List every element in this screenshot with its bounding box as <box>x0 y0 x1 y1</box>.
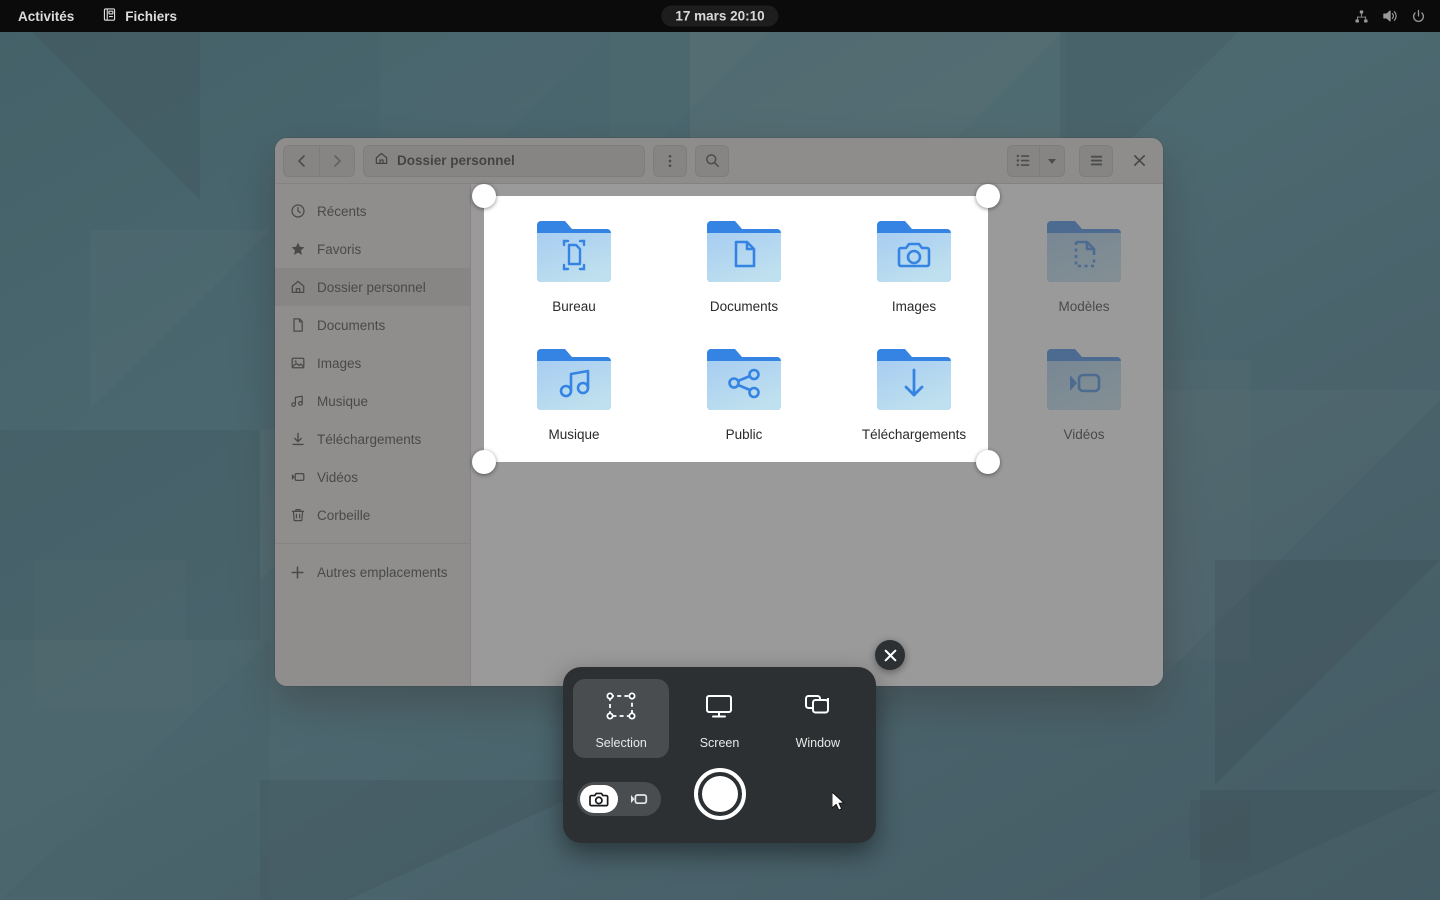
desktop-screen: Dossier personnel Récents Favoris Dossie… <box>0 0 1440 900</box>
app-name-label: Fichiers <box>125 8 178 24</box>
files-app-icon <box>102 7 117 25</box>
selection-handle-top-right[interactable] <box>976 184 1000 208</box>
file-manager-sidebar: Récents Favoris Dossier personnel Docume… <box>275 184 471 686</box>
sidebar-item-trash[interactable]: Corbeille <box>275 496 470 534</box>
videos-folder-icon <box>1040 340 1128 418</box>
document-icon <box>289 317 306 334</box>
volume-icon <box>1382 8 1398 24</box>
sidebar-item-favorites[interactable]: Favoris <box>275 230 470 268</box>
path-menu-button[interactable] <box>653 144 687 177</box>
folder-label: Vidéos <box>1063 427 1105 442</box>
camera-icon[interactable] <box>580 785 618 813</box>
sidebar-item-label: Favoris <box>317 241 362 257</box>
sidebar-item-recents[interactable]: Récents <box>275 192 470 230</box>
folder-label: Modèles <box>1058 299 1110 314</box>
star-icon <box>289 241 306 258</box>
file-manager-headerbar: Dossier personnel <box>275 138 1163 184</box>
image-icon <box>289 355 306 372</box>
music-icon <box>289 393 306 410</box>
sidebar-item-label: Récents <box>317 203 367 219</box>
download-icon <box>289 431 306 448</box>
path-label: Dossier personnel <box>397 153 515 168</box>
gnome-top-bar: Activités Fichiers 17 mars 20:10 <box>0 0 1440 32</box>
path-bar[interactable]: Dossier personnel <box>363 144 645 177</box>
sidebar-item-downloads[interactable]: Téléchargements <box>275 420 470 458</box>
navigation-buttons <box>283 144 355 177</box>
sidebar-item-documents[interactable]: Documents <box>275 306 470 344</box>
folder-item-videos[interactable]: Vidéos <box>999 334 1163 446</box>
clock-label: 17 mars 20:10 <box>675 8 765 24</box>
view-mode-group <box>1007 144 1065 177</box>
top-bar-left: Activités Fichiers <box>0 0 189 32</box>
sidebar-item-pictures[interactable]: Images <box>275 344 470 382</box>
power-icon <box>1411 9 1426 24</box>
video-camera-icon[interactable] <box>620 785 658 813</box>
sidebar-item-label: Corbeille <box>317 507 371 523</box>
home-icon <box>374 151 389 171</box>
mode-window[interactable]: Window <box>770 679 866 758</box>
clock-icon <box>289 203 306 220</box>
activities-label: Activités <box>18 8 75 24</box>
list-view-button[interactable] <box>1007 144 1039 177</box>
sidebar-item-music[interactable]: Musique <box>275 382 470 420</box>
shutter-button[interactable] <box>693 768 746 820</box>
network-wired-icon <box>1354 9 1369 24</box>
search-button[interactable] <box>695 144 729 177</box>
selection-region[interactable] <box>484 196 988 462</box>
windows-stack-icon <box>802 691 834 726</box>
home-icon <box>289 279 306 296</box>
selection-handle-bottom-right[interactable] <box>976 450 1000 474</box>
selection-rectangle-icon <box>605 691 637 726</box>
sidebar-item-label: Autres emplacements <box>317 564 448 580</box>
app-menu-button[interactable]: Fichiers <box>90 0 189 32</box>
sidebar-item-label: Téléchargements <box>317 431 422 447</box>
selection-handle-top-left[interactable] <box>472 184 496 208</box>
sidebar-divider <box>275 543 470 544</box>
shutter-button-inner <box>701 776 738 812</box>
monitor-icon <box>703 691 735 726</box>
mouse-pointer-icon <box>831 791 848 819</box>
mode-label: Screen <box>699 736 740 750</box>
sidebar-item-label: Vidéos <box>317 469 359 485</box>
screenshot-tool-panel: Selection Screen Window <box>563 640 905 843</box>
mode-label: Window <box>795 736 841 750</box>
templates-folder-icon <box>1040 212 1128 290</box>
sidebar-item-label: Dossier personnel <box>317 279 426 295</box>
plus-icon <box>289 564 306 581</box>
mode-screen[interactable]: Screen <box>671 679 767 758</box>
activities-button[interactable]: Activités <box>0 0 90 32</box>
forward-button[interactable] <box>319 144 355 177</box>
system-status-area[interactable] <box>1354 0 1426 32</box>
view-dropdown-button[interactable] <box>1039 144 1065 177</box>
mode-selection[interactable]: Selection <box>573 679 670 758</box>
sidebar-item-videos[interactable]: Vidéos <box>275 458 470 496</box>
capture-mode-row: Selection Screen Window <box>563 667 876 758</box>
mode-label: Selection <box>595 736 647 750</box>
folder-item-modeles[interactable]: Modèles <box>999 206 1163 318</box>
video-icon <box>289 469 306 486</box>
clock-button[interactable]: 17 mars 20:10 <box>661 5 779 27</box>
trash-icon <box>289 507 306 524</box>
selection-handle-bottom-left[interactable] <box>472 450 496 474</box>
sidebar-item-other-locations[interactable]: Autres emplacements <box>275 553 470 591</box>
screenshot-panel-close-button[interactable] <box>875 640 905 670</box>
window-close-button[interactable] <box>1123 145 1155 177</box>
capture-type-toggle[interactable] <box>577 782 661 816</box>
sidebar-item-home[interactable]: Dossier personnel <box>275 268 470 306</box>
sidebar-item-label: Musique <box>317 393 369 409</box>
sidebar-item-label: Documents <box>317 317 386 333</box>
main-menu-button[interactable] <box>1079 144 1113 177</box>
back-button[interactable] <box>283 144 319 177</box>
screenshot-controls-row <box>563 758 876 826</box>
sidebar-item-label: Images <box>317 355 362 371</box>
